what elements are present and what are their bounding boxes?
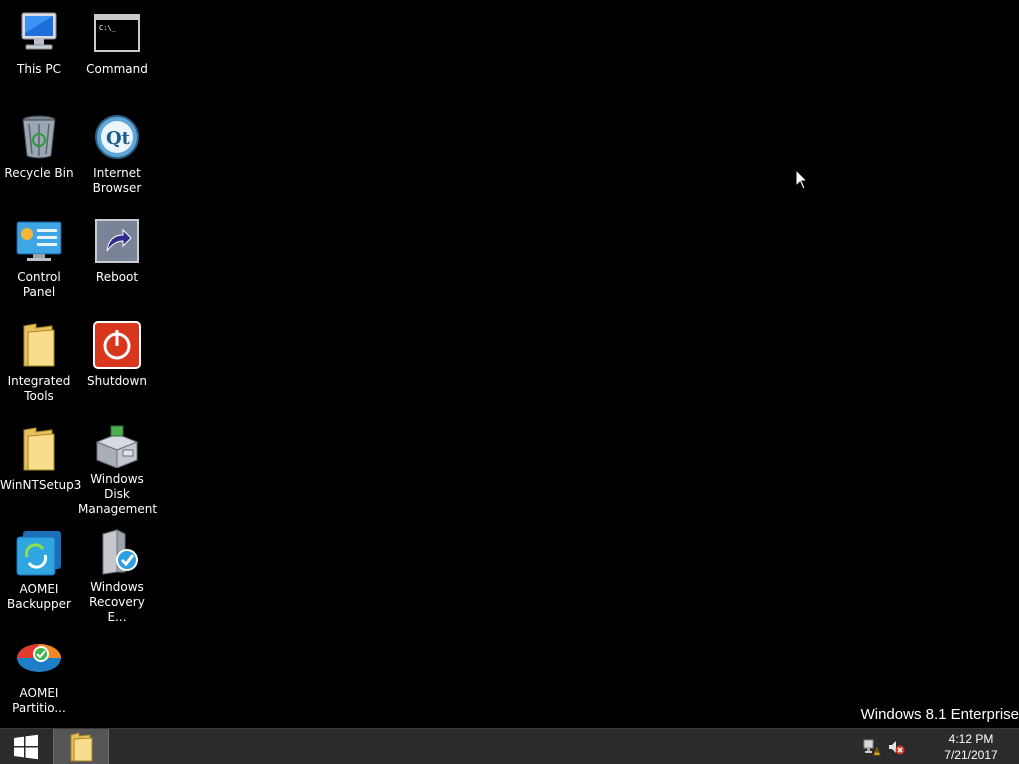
disk-management-shortcut[interactable]: Windows Disk Management	[78, 416, 157, 516]
qt-browser-icon: Qt	[92, 112, 142, 162]
network-warning-icon[interactable]	[863, 738, 881, 756]
winntsetup3-shortcut[interactable]: WinNTSetup3	[0, 416, 82, 512]
disk-management-icon	[92, 424, 142, 468]
aomei-backupper-label: AOMEI Backupper	[7, 582, 71, 611]
reboot-label: Reboot	[95, 270, 139, 284]
aomei-partition-label: AOMEI Partitio...	[12, 686, 66, 715]
control-panel-shortcut[interactable]: Control Panel	[0, 208, 78, 304]
desktop[interactable]: This PC C:\_ Command Recycle Bin Qt Inte…	[0, 0, 1019, 728]
integrated-tools-shortcut[interactable]: Integrated Tools	[0, 312, 78, 408]
recovery-icon	[92, 528, 142, 576]
power-icon	[92, 320, 142, 370]
winntsetup3-label: WinNTSetup3	[0, 478, 82, 492]
aomei-partition-shortcut[interactable]: AOMEI Partitio...	[0, 624, 78, 720]
system-tray: 4:12 PM 7/21/2017	[863, 729, 1019, 764]
this-pc-shortcut[interactable]: This PC	[0, 0, 78, 96]
folder-icon	[14, 320, 64, 370]
svg-text:C:\_: C:\_	[99, 24, 117, 32]
volume-muted-icon[interactable]	[887, 738, 905, 756]
aomei-backupper-icon	[14, 528, 64, 578]
windows-logo-icon	[14, 734, 38, 759]
os-edition-watermark: Windows 8.1 Enterprise	[860, 706, 1019, 723]
folder-icon	[14, 424, 64, 474]
mouse-pointer-icon	[795, 169, 809, 190]
control-panel-label: Control Panel	[17, 270, 61, 299]
this-pc-label: This PC	[17, 62, 61, 76]
reboot-icon	[92, 216, 142, 266]
taskbar: 4:12 PM 7/21/2017	[0, 728, 1019, 764]
clock-time: 4:12 PM	[948, 731, 994, 746]
recycle-bin-shortcut[interactable]: Recycle Bin	[0, 104, 78, 200]
internet-browser-shortcut[interactable]: Qt Internet Browser	[78, 104, 156, 200]
svg-text:Qt: Qt	[106, 128, 131, 149]
integrated-tools-label: Integrated Tools	[7, 374, 71, 403]
clock[interactable]: 4:12 PM 7/21/2017	[923, 731, 1019, 763]
command-shortcut[interactable]: C:\_ Command	[78, 0, 156, 96]
windows-recovery-label: Windows Recovery E...	[89, 580, 145, 624]
aomei-backupper-shortcut[interactable]: AOMEI Backupper	[0, 520, 78, 616]
recycle-bin-label: Recycle Bin	[4, 166, 74, 180]
start-button[interactable]	[0, 729, 52, 764]
command-prompt-icon: C:\_	[92, 8, 142, 58]
internet-browser-label: Internet Browser	[92, 166, 142, 195]
folder-icon	[70, 731, 93, 761]
shutdown-label: Shutdown	[87, 374, 147, 388]
command-label: Command	[86, 62, 148, 76]
control-panel-icon	[14, 216, 64, 266]
clock-date: 7/21/2017	[944, 747, 998, 762]
disk-management-label: Windows Disk Management	[78, 472, 158, 516]
reboot-shortcut[interactable]: Reboot	[78, 208, 156, 304]
aomei-partition-icon	[14, 632, 64, 682]
shutdown-shortcut[interactable]: Shutdown	[78, 312, 156, 408]
windows-recovery-shortcut[interactable]: Windows Recovery E...	[78, 520, 156, 624]
computer-icon	[14, 8, 64, 58]
recycle-bin-icon	[14, 112, 64, 162]
file-explorer-taskbar-button[interactable]	[53, 729, 109, 764]
